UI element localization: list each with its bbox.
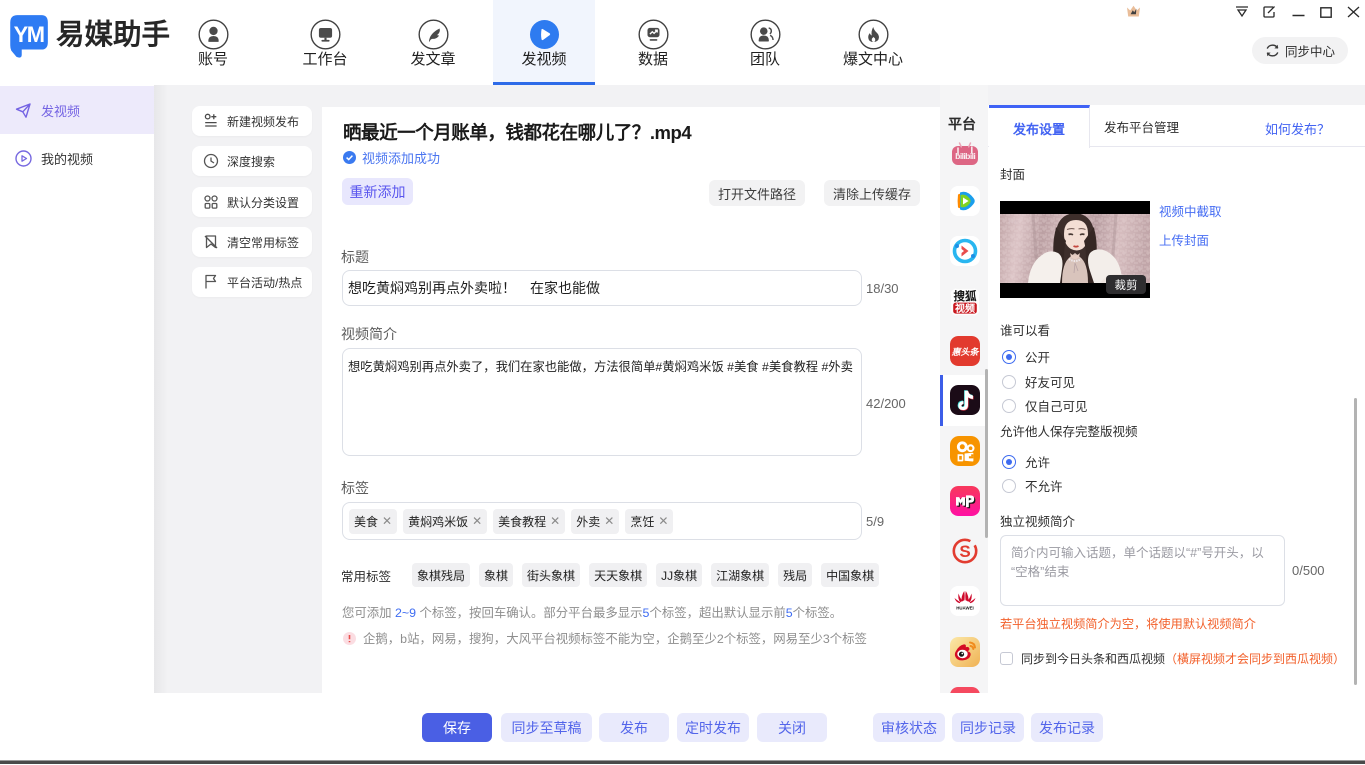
svg-text:裁剪: 裁剪 [1115, 278, 1138, 292]
svg-text:抖视: 抖视 [1008, 218, 1020, 226]
svg-text:HUAWEI: HUAWEI [956, 606, 974, 611]
svg-text:惠头条: 惠头条 [951, 347, 980, 357]
svg-text:S: S [959, 542, 970, 561]
svg-text:YM: YM [14, 22, 44, 47]
svg-text:视频: 视频 [955, 302, 975, 315]
svg-text:bilibili: bilibili [955, 151, 975, 161]
svg-text:搜狐: 搜狐 [954, 289, 977, 303]
